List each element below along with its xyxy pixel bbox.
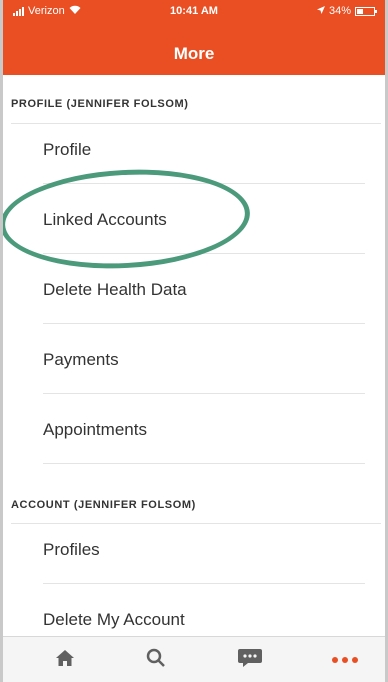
menu-item-profiles[interactable]: Profiles: [43, 514, 365, 584]
home-icon: [54, 648, 76, 673]
battery-icon: [355, 6, 377, 16]
section-header-profile: PROFILE (JENNIFER FOLSOM): [11, 98, 189, 110]
section-header-account: ACCOUNT (JENNIFER FOLSOM): [11, 499, 196, 511]
home-tab[interactable]: [45, 645, 85, 675]
search-icon: [146, 648, 166, 673]
more-tab[interactable]: [325, 645, 365, 675]
menu-item-label: Appointments: [43, 420, 147, 439]
battery-label: 34%: [328, 5, 351, 17]
more-icon: [331, 651, 359, 669]
menu-item-label: Profiles: [43, 540, 100, 559]
menu-item-label: Profile: [43, 140, 92, 159]
menu-item-label: Delete My Account: [43, 610, 185, 629]
phone-frame: Verizon 10:41 AM 34% More PROFILE (JENNI…: [0, 0, 388, 682]
menu-item-label: Delete Health Data: [43, 280, 187, 299]
location-icon: [316, 5, 325, 17]
tab-bar: [3, 636, 385, 682]
search-tab[interactable]: [136, 645, 176, 675]
page-title: More: [173, 44, 215, 63]
status-bar: Verizon 10:41 AM 34%: [3, 0, 385, 22]
menu-item-appointments[interactable]: Appointments: [43, 394, 365, 464]
menu-item-label: Payments: [43, 350, 119, 369]
messages-tab[interactable]: [230, 645, 270, 675]
app-header: Verizon 10:41 AM 34% More: [3, 0, 385, 75]
status-right: 34%: [316, 5, 377, 17]
chat-icon: [237, 648, 263, 673]
divider: [43, 463, 365, 464]
menu-item-payments[interactable]: Payments: [43, 324, 365, 394]
